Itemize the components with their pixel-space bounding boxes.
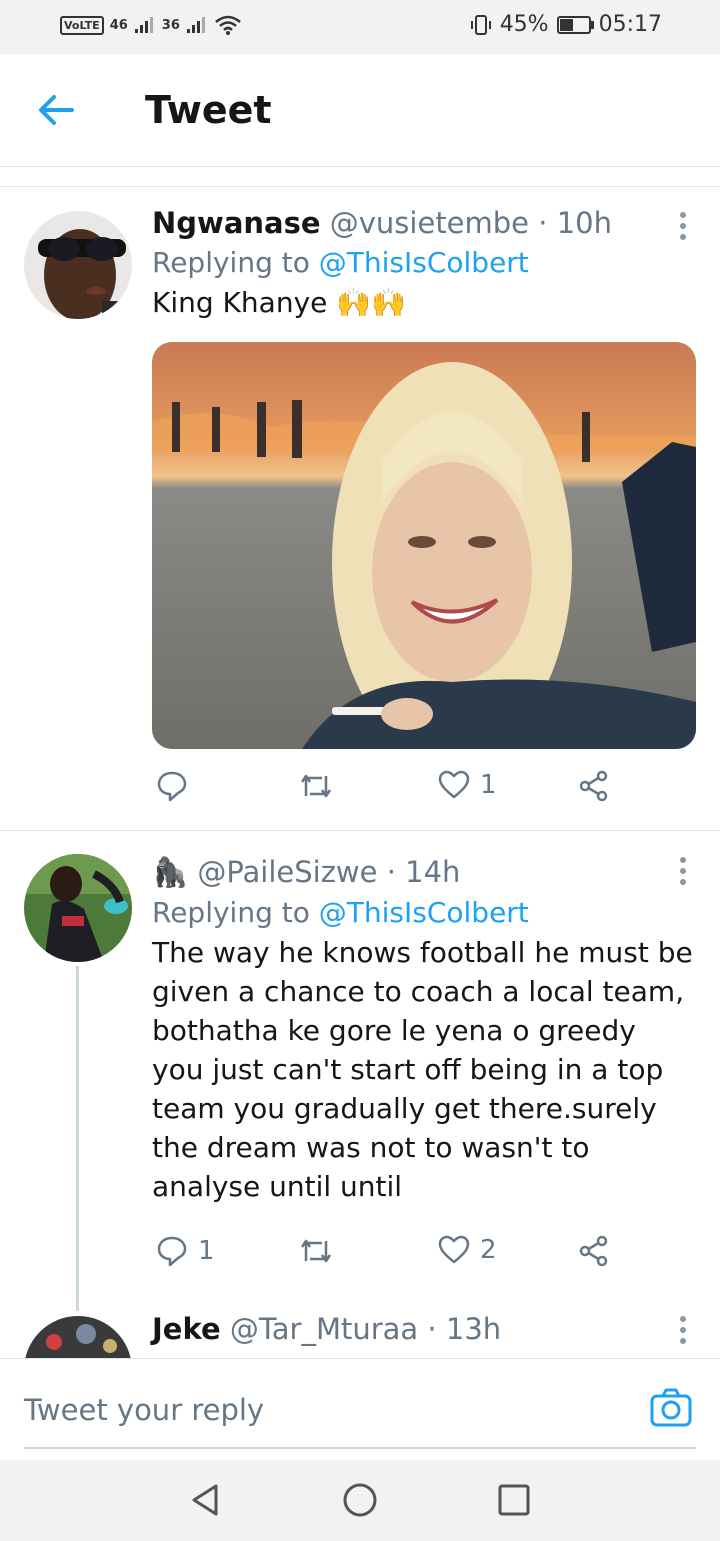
reply-count: 1 [198, 1236, 215, 1266]
tweet[interactable]: Jeke @Tar_Mturaa · 13h [0, 1300, 720, 1358]
mention-link[interactable]: @ThisIsColbert [319, 246, 529, 279]
system-nav-bar [0, 1460, 720, 1541]
camera-icon[interactable] [650, 1387, 692, 1429]
page-title: Tweet [145, 88, 272, 132]
reply-input[interactable]: Tweet your reply [24, 1393, 264, 1427]
share-icon [579, 770, 608, 802]
avatar-image [24, 854, 132, 962]
reply-button[interactable]: 1 [156, 1235, 215, 1267]
share-icon [579, 1235, 608, 1267]
heart-icon [438, 1235, 470, 1264]
vibrate-icon [470, 14, 491, 35]
clock: 05:17 [598, 12, 662, 37]
tweet-header: Jeke @Tar_Mturaa · 13h [152, 1312, 696, 1346]
tweet-actions: 1 [152, 770, 672, 810]
handle[interactable]: @PaileSizwe [197, 855, 377, 889]
retweet-icon [300, 1239, 332, 1263]
replying-to: Replying to @ThisIsColbert [152, 896, 696, 929]
retweet-icon [300, 774, 332, 798]
signal-icon [186, 17, 205, 33]
input-underline [24, 1447, 696, 1449]
share-button[interactable] [578, 770, 610, 802]
display-name[interactable]: Jeke [152, 1312, 221, 1346]
signal-icon [134, 17, 153, 33]
more-options-icon[interactable] [678, 857, 688, 890]
thread-line [76, 966, 79, 1311]
separator-dot: · [377, 855, 406, 889]
more-options-icon[interactable] [678, 212, 688, 245]
replying-to-label: Replying to [152, 246, 310, 279]
mention-link[interactable]: @ThisIsColbert [319, 896, 529, 929]
battery-percent: 45% [499, 12, 549, 37]
tweet-header: Ngwanase @vusietembe · 10h [152, 206, 696, 240]
nav-home-icon[interactable] [342, 1482, 378, 1518]
like-count: 2 [480, 1235, 497, 1265]
reply-button[interactable] [156, 770, 198, 802]
like-button[interactable]: 1 [438, 770, 497, 800]
more-options-icon[interactable] [678, 1316, 688, 1349]
handle[interactable]: @Tar_Mturaa [230, 1312, 418, 1346]
battery-icon [556, 15, 594, 34]
reply-composer: Tweet your reply [0, 1358, 720, 1459]
tweet[interactable]: Ngwanase @vusietembe · 10h Replying to @… [0, 186, 720, 831]
avatar-image [24, 211, 132, 319]
reply-icon [157, 1236, 187, 1267]
sim1-network: 46 [109, 17, 128, 33]
network-indicators: VoLTE 46 36 [60, 14, 242, 36]
handle[interactable]: @vusietembe [330, 206, 529, 240]
reply-icon [157, 771, 187, 802]
back-arrow-icon[interactable] [36, 90, 76, 130]
tweet-photo[interactable] [152, 342, 696, 749]
status-bar: VoLTE 46 36 45% 05:17 [0, 0, 720, 54]
display-name[interactable]: Ngwanase [152, 206, 321, 240]
timestamp: 10h [556, 206, 612, 240]
timestamp: 14h [405, 855, 461, 889]
volte-indicator: VoLTE [60, 15, 104, 35]
status-right: 45% 05:17 [470, 12, 662, 37]
app-header: Tweet [0, 54, 720, 167]
heart-icon [438, 770, 470, 799]
tweet-text: The way he knows football he must be giv… [152, 936, 693, 1203]
tweet-text: King Khanye 🙌🙌 [152, 286, 406, 319]
replying-to-label: Replying to [152, 896, 310, 929]
nav-recents-icon[interactable] [496, 1482, 532, 1518]
replying-to: Replying to @ThisIsColbert [152, 246, 696, 279]
tweet-header: 🦍 @PaileSizwe · 14h [152, 855, 696, 890]
like-button[interactable]: 2 [438, 1235, 497, 1265]
display-name[interactable]: 🦍 [152, 855, 188, 889]
avatar[interactable] [24, 211, 132, 319]
avatar[interactable] [24, 854, 132, 962]
like-count: 1 [480, 770, 497, 800]
separator-dot: · [418, 1312, 446, 1346]
timestamp: 13h [445, 1312, 502, 1346]
wifi-icon [215, 15, 241, 35]
sim2-network: 36 [161, 17, 180, 33]
share-button[interactable] [578, 1235, 610, 1267]
tweet-actions: 1 2 [152, 1235, 672, 1275]
separator-dot: · [529, 206, 557, 240]
avatar-image [24, 1316, 132, 1358]
nav-back-icon[interactable] [188, 1482, 224, 1518]
tweet[interactable]: 🦍 @PaileSizwe · 14h Replying to @ThisIsC… [0, 831, 720, 1311]
retweet-button[interactable] [298, 770, 344, 802]
avatar[interactable] [24, 1316, 132, 1358]
retweet-button[interactable] [298, 1235, 344, 1267]
photo-image [152, 342, 696, 749]
